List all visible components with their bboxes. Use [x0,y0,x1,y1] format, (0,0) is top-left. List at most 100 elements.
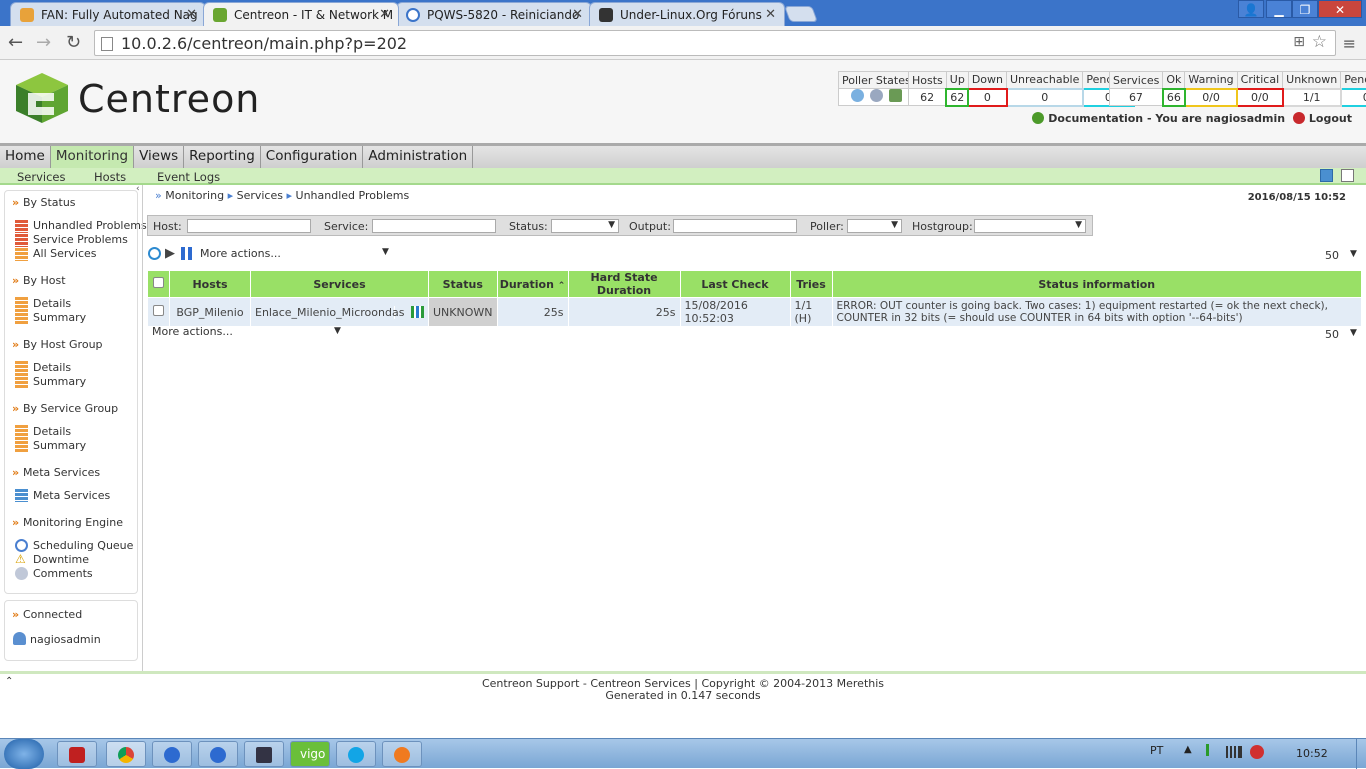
forward-arrow-icon[interactable]: → [36,32,51,53]
sidebar-item-servicegroup-details[interactable]: Details [33,425,71,438]
taskbar-app-button[interactable] [152,741,192,767]
ok-count[interactable]: 66 [1161,87,1186,107]
sidebar-item-unhandled-problems[interactable]: Unhandled Problems [33,219,147,232]
browser-tab[interactable]: FAN: Fully Automated Nag ✕ [10,2,206,26]
show-desktop-button[interactable] [1356,739,1366,769]
breadcrumb-services[interactable]: Services [237,189,283,202]
close-tab-icon[interactable]: ✕ [186,7,197,22]
status-filter-select[interactable]: ▼ [551,219,619,233]
chart-view-icon[interactable] [1320,169,1333,182]
sidebar-item-service-problems[interactable]: Service Problems [33,233,128,246]
sidebar-item-comments[interactable]: Comments [33,567,93,580]
menu-views[interactable]: Views [134,146,185,168]
output-filter-input[interactable] [673,219,797,233]
pause-icon[interactable] [188,247,192,260]
hosts-count[interactable]: 62 [908,88,947,106]
network-signal-icon[interactable] [1226,746,1242,758]
more-actions-select-bottom[interactable]: More actions... [152,325,233,338]
chevron-down-icon[interactable]: ▼ [1350,328,1357,338]
close-window-button[interactable]: ✕ [1318,0,1362,18]
column-status[interactable]: Status [428,270,498,298]
sidebar-item-meta-services[interactable]: Meta Services [33,489,110,502]
browser-tab[interactable]: PQWS-5820 - Reiniciando ✕ [396,2,592,26]
url-bar[interactable]: 10.0.2.6/centreon/main.php?p=202 ⊞ ☆ [94,30,1336,56]
chevron-down-icon[interactable]: ▼ [382,247,389,257]
menu-monitoring[interactable]: Monitoring [50,146,135,168]
chevron-down-icon[interactable]: ▼ [1350,249,1357,259]
volume-muted-icon[interactable] [1250,745,1264,759]
reload-icon[interactable]: ↻ [66,32,81,53]
windows-start-button[interactable] [4,739,44,769]
close-tab-icon[interactable]: ✕ [572,7,583,22]
sidebar-item-host-details[interactable]: Details [33,297,71,310]
poller-filter-select[interactable]: ▼ [847,219,902,233]
submenu-hosts[interactable]: Hosts [94,170,126,184]
logout-link[interactable]: Logout [1309,112,1352,125]
menu-reporting[interactable]: Reporting [184,146,261,168]
column-services[interactable]: Services [250,270,429,298]
up-count[interactable]: 62 [945,87,970,107]
critical-count[interactable]: 0/0 [1236,87,1284,107]
breadcrumb-monitoring[interactable]: Monitoring [165,189,224,202]
sidebar-item-servicegroup-summary[interactable]: Summary [33,439,86,452]
tray-expand-icon[interactable]: ▲ [1184,744,1192,755]
more-actions-select-top[interactable]: More actions... [200,247,281,260]
graph-icon[interactable] [410,305,424,318]
browser-tab-active[interactable]: Centreon - IT & Network M ✕ [203,2,399,26]
unknown-count[interactable]: 1/1 [1281,87,1342,107]
hamburger-menu-icon[interactable]: ≡ [1343,34,1356,53]
column-tries[interactable]: Tries [789,270,833,298]
sidebar-item-hostgroup-details[interactable]: Details [33,361,71,374]
clock[interactable]: 10:52 [1296,747,1328,760]
play-icon[interactable]: ▶ [165,246,175,261]
column-hard-state-duration[interactable]: Hard State Duration [567,270,681,298]
translate-icon[interactable]: ⊞ [1293,34,1305,50]
taskbar-app-button[interactable] [198,741,238,767]
back-arrow-icon[interactable]: ← [8,32,23,53]
row-service[interactable]: Enlace_Milenio_Microondas [251,305,404,319]
minimize-button[interactable]: ▁ [1266,0,1292,18]
down-count[interactable]: 0 [967,87,1008,107]
restore-button[interactable]: ❐ [1292,0,1318,18]
browser-tab[interactable]: Under-Linux.Org Fóruns ✕ [589,2,785,26]
column-duration[interactable]: Duration ⌃ [496,270,569,298]
taskbar-app-button[interactable] [382,741,422,767]
sort-up-icon[interactable]: ⌃ [558,281,566,291]
service-pending-count[interactable]: 0 [1339,87,1366,107]
service-filter-input[interactable] [372,219,496,233]
services-count[interactable]: 67 [1108,88,1164,106]
documentation-link[interactable]: Documentation [1048,112,1143,125]
table-row[interactable]: BGP_Milenio Enlace_Milenio_Microondas UN… [147,297,1362,327]
submenu-services[interactable]: Services [17,170,66,184]
select-all-checkbox[interactable] [153,277,164,288]
refresh-icon[interactable] [148,247,161,260]
close-tab-icon[interactable]: ✕ [765,7,776,22]
breadcrumb-unhandled-problems[interactable]: Unhandled Problems [296,189,410,202]
close-tab-icon[interactable]: ✕ [379,7,390,22]
unreachable-count[interactable]: 0 [1005,87,1084,107]
sidebar-item-all-services[interactable]: All Services [33,247,97,260]
chevron-down-icon[interactable]: ▼ [334,326,341,336]
warning-count[interactable]: 0/0 [1183,87,1239,107]
taskbar-app-button[interactable] [57,741,97,767]
sidebar-item-host-summary[interactable]: Summary [33,311,86,324]
page-size-select-bottom[interactable]: 50 [1325,328,1339,341]
profile-icon[interactable]: 👤 [1238,0,1264,18]
list-view-icon[interactable] [1341,169,1354,182]
column-hosts[interactable]: Hosts [169,270,251,298]
language-indicator[interactable]: PT [1150,744,1163,757]
row-checkbox[interactable] [153,305,164,316]
new-tab-button[interactable] [784,6,818,22]
sidebar-item-downtime[interactable]: Downtime [33,553,89,566]
taskbar-app-button[interactable] [244,741,284,767]
tray-flag-icon[interactable] [1206,744,1209,756]
page-size-select-top[interactable]: 50 [1325,249,1339,262]
submenu-event-logs[interactable]: Event Logs [157,170,220,184]
taskbar-skype-button[interactable] [336,741,376,767]
poller-database-icon[interactable] [888,89,902,102]
sidebar-item-hostgroup-summary[interactable]: Summary [33,375,86,388]
connected-user[interactable]: nagiosadmin [30,633,101,646]
menu-home[interactable]: Home [0,146,51,168]
menu-administration[interactable]: Administration [363,146,474,168]
pause-icon[interactable] [181,247,185,260]
